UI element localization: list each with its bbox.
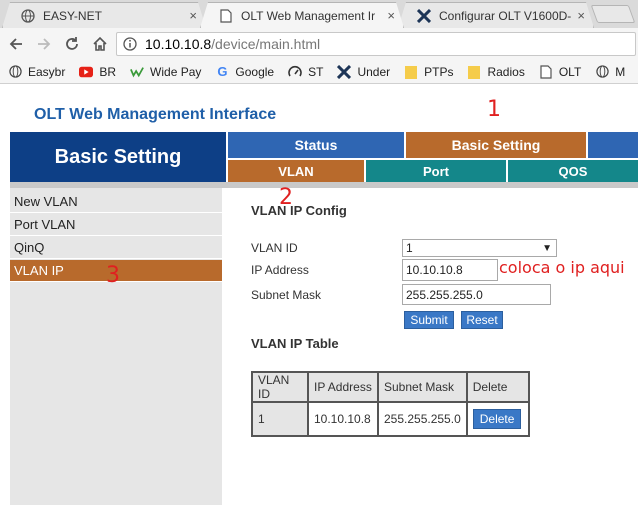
bookmark-label: Under [357,64,391,79]
bookmark-label: BR [99,64,117,79]
back-arrow-icon[interactable] [6,34,26,54]
sub-nav: VLAN Port QOS [228,160,638,182]
vlan-ip-config-title: VLAN IP Config [251,203,347,218]
section-hero: Basic Setting [10,132,226,182]
url-path: /device/main.html [211,36,321,52]
cell-delete: Delete [465,401,530,437]
bookmark-label: Wide Pay [150,64,202,79]
dropdown-arrow-icon: ▼ [542,242,552,254]
ip-address-field[interactable]: 10.10.10.8 [402,259,498,281]
speedometer-icon [288,65,302,79]
bookmark-label: Radios [487,64,525,79]
google-icon: G [217,64,228,79]
url-host: 10.10.10.8 [145,36,212,52]
sidebar-item-new-vlan[interactable]: New VLAN [10,191,222,213]
annotation-3: 3 [106,263,120,288]
bookmark-easybr[interactable]: Easybr [8,65,65,79]
cell-ip: 10.10.10.8 [307,401,379,437]
x-logo-icon [337,64,352,79]
folder-icon [404,65,418,79]
bookmark-under[interactable]: Under [337,64,391,79]
table-header-row: VLAN ID IP Address Subnet Mask Delete [251,371,530,403]
annotation-1: 1 [487,97,501,122]
new-tab-button[interactable] [590,5,636,23]
bookmark-google[interactable]: G Google [215,64,275,79]
bookmark-olt[interactable]: OLT [539,65,581,79]
subnav-vlan[interactable]: VLAN [228,160,364,182]
info-icon[interactable] [123,37,137,51]
globe-icon [8,65,22,79]
vlan-id-select[interactable]: 1 ▼ [402,239,557,257]
page-icon [539,64,553,79]
table-row: 1 10.10.10.8 255.255.255.0 Delete [251,401,530,437]
tab-label: OLT Web Management Ir [241,8,376,23]
browser-tab-olt[interactable]: OLT Web Management Ir × [200,2,404,28]
nav-next[interactable] [588,132,638,158]
browser-tabstrip: EASY-NET × OLT Web Management Ir × Confi… [0,0,638,28]
sidebar-item-qinq[interactable]: QinQ [10,237,222,259]
cell-vlan-id: 1 [251,401,309,437]
globe-icon [21,9,35,23]
ip-address-label: IP Address [251,263,309,277]
subnet-mask-label: Subnet Mask [251,288,322,302]
bookmark-ptps[interactable]: PTPs [404,65,453,79]
close-icon[interactable]: × [387,8,395,23]
vlan-ip-table-title: VLAN IP Table [251,336,339,351]
bookmark-label: M [615,64,626,79]
bookmark-label: Easybr [28,64,66,79]
bookmark-label: ST [308,64,324,79]
close-icon[interactable]: × [189,8,197,23]
bookmarks-bar: Easybr BR Wide Pay G Google ST Under PTP… [0,60,638,84]
nav-basic-setting[interactable]: Basic Setting [406,132,586,158]
globe-icon [595,65,609,79]
close-icon[interactable]: × [577,8,585,23]
delete-button[interactable]: Delete [472,409,522,429]
folder-icon [467,65,481,79]
annotation-note: coloca o ip aqui [499,258,625,277]
vlan-ip-table: VLAN ID IP Address Subnet Mask Delete 1 … [251,371,530,437]
sidebar: New VLAN Port VLAN QinQ VLAN IP [10,188,222,505]
forward-arrow-icon[interactable] [34,34,54,54]
col-vlan-id: VLAN ID [251,371,309,403]
bookmark-m[interactable]: M [595,65,625,79]
address-bar[interactable]: 10.10.10.8/device/main.html [116,32,636,56]
sidebar-item-port-vlan[interactable]: Port VLAN [10,214,222,236]
bookmark-br[interactable]: BR [79,65,116,79]
bookmark-st[interactable]: ST [288,65,323,79]
bookmark-label: Google [235,64,275,79]
nav-status[interactable]: Status [228,132,404,158]
browser-tab-configurar[interactable]: Configurar OLT V1600D- × [398,2,594,28]
bookmark-label: PTPs [424,64,454,79]
bookmark-radios[interactable]: Radios [467,64,525,79]
subnav-port[interactable]: Port [366,160,506,182]
bookmark-widepay[interactable]: Wide Pay [130,65,201,79]
page-title: OLT Web Management Interface [34,106,277,123]
bookmark-label: OLT [558,64,582,79]
cell-mask: 255.255.255.0 [377,401,468,437]
widepay-icon [130,65,144,79]
tab-label: Configurar OLT V1600D- [439,8,572,23]
browser-tab-easynet[interactable]: EASY-NET × [2,2,206,28]
home-icon[interactable] [90,34,110,54]
reset-button[interactable]: Reset [461,311,503,329]
x-logo-icon [417,9,431,23]
vlan-id-label: VLAN ID [251,241,298,255]
subnet-mask-field[interactable]: 255.255.255.0 [402,284,551,305]
main-nav: Status Basic Setting [228,132,638,158]
submit-button[interactable]: Submit [404,311,454,329]
subnav-qos[interactable]: QOS [508,160,638,182]
col-delete: Delete [465,371,530,403]
youtube-icon [79,65,94,79]
vlan-id-value: 1 [406,241,413,255]
reload-icon[interactable] [62,34,82,54]
page-icon [219,9,233,23]
col-ip-address: IP Address [307,371,379,403]
col-subnet-mask: Subnet Mask [377,371,468,403]
tab-label: EASY-NET [43,8,102,23]
